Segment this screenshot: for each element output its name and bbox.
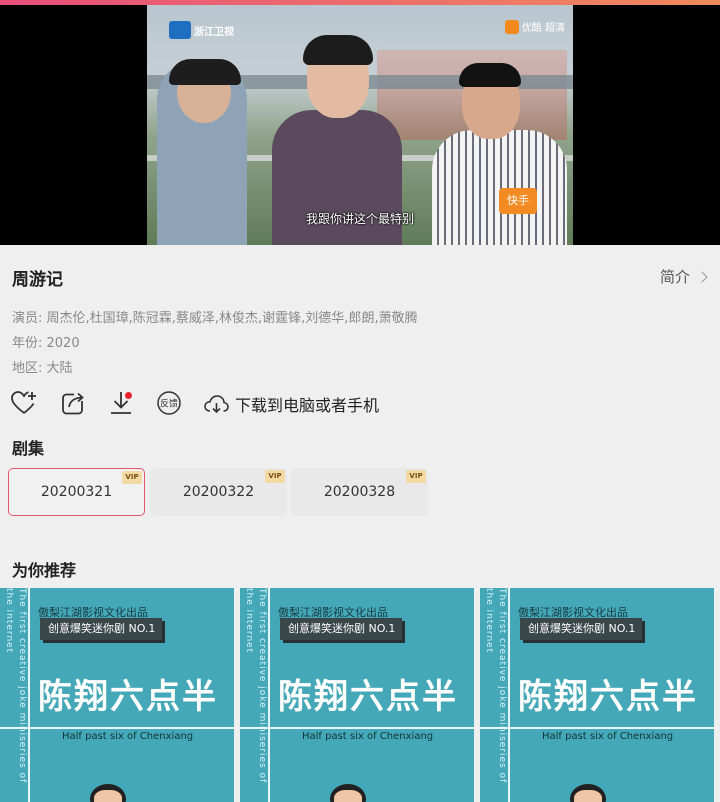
poster-person-face <box>94 790 122 802</box>
episode-item[interactable]: 20200321 VIP <box>8 468 145 516</box>
poster-tag: 创意爆笑迷你剧 NO.1 <box>280 618 402 640</box>
poster-divider <box>240 727 474 729</box>
cloud-download-icon <box>204 395 229 414</box>
download-to-device-label: 下载到电脑或者手机 <box>235 396 380 415</box>
recommend-card[interactable]: The first creative joke miniseries of th… <box>0 588 234 802</box>
share-button[interactable] <box>58 388 88 418</box>
poster-person-face <box>334 790 362 802</box>
episode-label: 20200328 <box>323 484 396 500</box>
person-right-body <box>432 130 567 245</box>
video-frame[interactable]: 快手 浙江卫视 优酷 超清 我跟你讲这个最特别 <box>147 5 573 245</box>
intro-label: 简介 <box>659 268 690 286</box>
recommend-header: 为你推荐 <box>12 561 77 580</box>
share-icon <box>62 392 84 415</box>
heart-plus-icon <box>11 391 36 414</box>
recommend-card[interactable]: The first creative joke miniseries of th… <box>240 588 474 802</box>
poster-divider <box>268 588 270 802</box>
download-icon <box>111 392 131 414</box>
intro-link[interactable]: 简介 <box>659 266 708 287</box>
channel-logo-icon <box>169 21 191 39</box>
poster-title: 陈翔六点半 <box>518 677 698 717</box>
episode-label: 20200322 <box>182 484 255 500</box>
poster-divider <box>480 727 714 729</box>
poster-title: 陈翔六点半 <box>278 677 458 717</box>
feedback-label: 反馈 <box>160 398 178 410</box>
episode-label: 20200321 <box>40 484 113 500</box>
recommend-card[interactable]: The first creative joke miniseries of th… <box>480 588 714 802</box>
poster-side-text: The first creative joke miniseries of th… <box>484 588 507 784</box>
person-center-hair <box>303 35 373 65</box>
episodes-header: 剧集 <box>12 439 45 458</box>
poster-divider <box>508 588 510 802</box>
channel-logo: 浙江卫视 <box>169 21 234 39</box>
region-text: 地区: 大陆 <box>12 361 73 376</box>
poster-side-text: The first creative joke miniseries of th… <box>244 588 267 784</box>
download-to-device-button[interactable]: 下载到电脑或者手机 <box>203 391 379 417</box>
feedback-icon: 反馈 <box>157 391 181 415</box>
vip-badge: VIP <box>406 470 426 483</box>
download-button[interactable] <box>106 388 136 418</box>
platform-logo: 优酷 超清 <box>504 19 565 34</box>
poster-person-face <box>574 790 602 802</box>
person-right-hair <box>459 63 521 87</box>
episode-item[interactable]: 20200322 VIP <box>150 468 287 516</box>
year-text: 年份: 2020 <box>12 336 80 351</box>
vip-badge: VIP <box>265 470 285 483</box>
vip-badge: VIP <box>122 471 142 484</box>
platform-logo-icon <box>504 19 519 34</box>
poster-divider <box>0 727 234 729</box>
poster-title: 陈翔六点半 <box>38 677 218 717</box>
video-player[interactable]: 快手 浙江卫视 优酷 超清 我跟你讲这个最特别 <box>0 5 720 245</box>
poster-side-text: The first creative joke miniseries of th… <box>4 588 27 784</box>
video-subtitle: 我跟你讲这个最特别 <box>305 212 414 226</box>
chevron-right-icon <box>696 270 708 283</box>
feedback-button[interactable]: 反馈 <box>154 388 184 418</box>
poster-english-title: Half past six of Chenxiang <box>302 731 434 742</box>
platform-logo-text: 优酷 超清 <box>521 23 565 34</box>
cast-text: 演员: 周杰伦,杜国璋,陈冠霖,蔡威泽,林俊杰,谢霆锋,刘德华,郎朗,萧敬腾 <box>12 311 418 326</box>
poster-english-title: Half past six of Chenxiang <box>542 731 674 742</box>
download-badge-dot <box>125 392 132 399</box>
poster-divider <box>28 588 30 802</box>
show-title: 周游记 <box>12 270 63 290</box>
favorite-button[interactable] <box>9 388 39 418</box>
episode-item[interactable]: 20200328 VIP <box>291 468 428 516</box>
poster-tag: 创意爆笑迷你剧 NO.1 <box>40 618 162 640</box>
person-left-cap <box>169 59 241 85</box>
channel-logo-text: 浙江卫视 <box>194 26 234 38</box>
poster-english-title: Half past six of Chenxiang <box>62 731 194 742</box>
poster-tag: 创意爆笑迷你剧 NO.1 <box>520 618 642 640</box>
